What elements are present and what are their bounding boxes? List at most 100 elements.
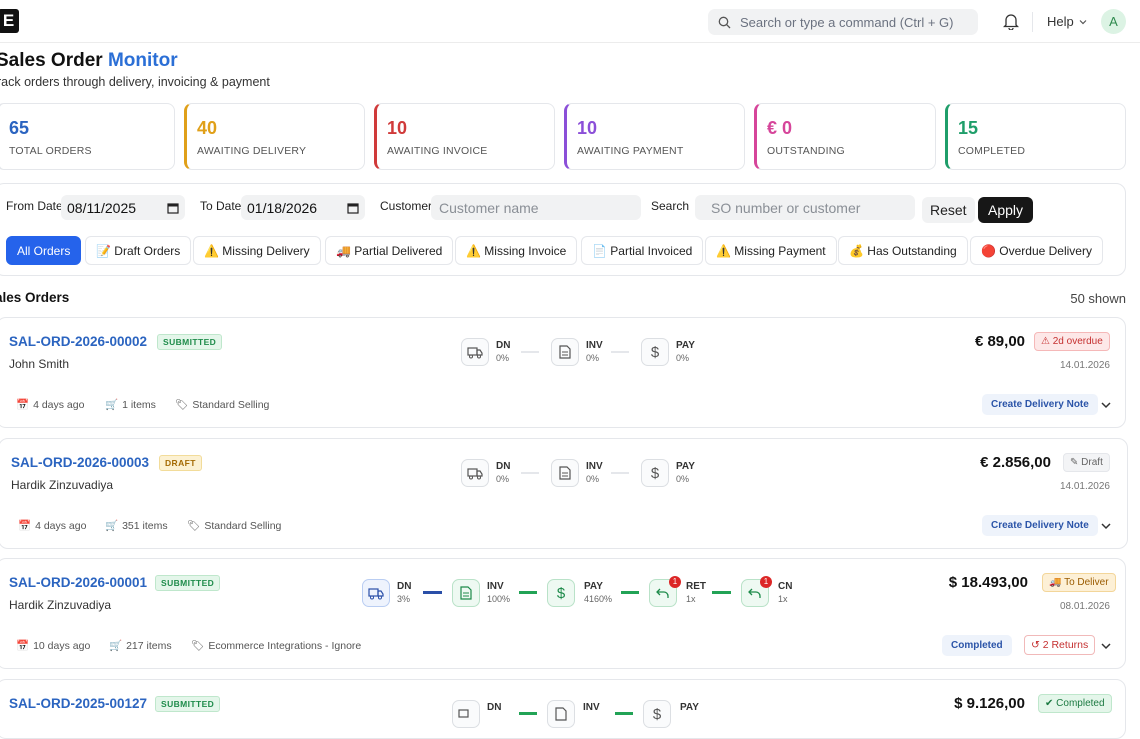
- step-label: PAY: [676, 461, 695, 472]
- create-delivery-note-button[interactable]: Create Delivery Note: [982, 515, 1098, 536]
- stat-value: 40: [197, 118, 218, 138]
- chip-all-orders[interactable]: All Orders: [6, 236, 82, 265]
- order-type-text: Ecommerce Integrations - Ignore: [208, 639, 362, 652]
- invoice-step[interactable]: [547, 700, 575, 728]
- pill-text: Completed: [1056, 698, 1105, 709]
- warning-icon: ⚠: [1041, 336, 1053, 347]
- undo-arrow-icon: [656, 588, 669, 598]
- stat-awaiting-delivery[interactable]: 40 AWAITING DELIVERY: [184, 103, 365, 170]
- delivery-step[interactable]: [461, 459, 489, 487]
- returns-button[interactable]: ↺ 2 Returns: [1024, 635, 1096, 655]
- step-connector: [519, 712, 537, 715]
- order-amount: € 89,00: [974, 333, 1025, 350]
- order-card[interactable]: SAL-ORD-2026-00001 SUBMITTED Hardik Zinz…: [0, 558, 1126, 669]
- chip-draft-orders[interactable]: 📝 Draft Orders: [85, 236, 192, 265]
- to-date-input[interactable]: 01/18/2026: [241, 195, 365, 220]
- status-badge: SUBMITTED: [155, 696, 221, 712]
- customer-input[interactable]: Customer name: [431, 195, 641, 220]
- stat-awaiting-payment[interactable]: 10 AWAITING PAYMENT: [564, 103, 745, 170]
- title-main: Sales Order: [0, 50, 103, 71]
- help-menu[interactable]: Help: [1047, 14, 1088, 29]
- bell-icon[interactable]: [1003, 12, 1019, 30]
- chip-missing-invoice[interactable]: ⚠️ Missing Invoice: [455, 236, 578, 265]
- cart-icon: 🛒: [109, 640, 123, 652]
- step-connector: [521, 472, 539, 474]
- dollar-icon: $: [556, 584, 566, 602]
- order-card[interactable]: SAL-ORD-2026-00003 DRAFT Hardik Zinzuvad…: [0, 438, 1128, 549]
- avatar[interactable]: A: [1101, 9, 1126, 34]
- age-text: 10 days ago: [33, 639, 91, 652]
- so-search-input[interactable]: SO number or customer: [695, 195, 915, 220]
- order-card[interactable]: SAL-ORD-2026-00002 SUBMITTED John Smith …: [0, 317, 1126, 428]
- order-number-link[interactable]: SAL-ORD-2025-00127: [9, 696, 147, 711]
- filter-panel: From Date 08/11/2025 To Date 01/18/2026 …: [0, 183, 1126, 276]
- title-accent: Monitor: [107, 50, 178, 71]
- stat-awaiting-invoice[interactable]: 10 AWAITING INVOICE: [374, 103, 555, 170]
- payment-step[interactable]: $: [641, 459, 669, 487]
- return-icon: ↺: [1031, 639, 1043, 651]
- status-badge: SUBMITTED: [155, 575, 221, 591]
- stat-total-orders[interactable]: 65 TOTAL ORDERS: [0, 103, 175, 170]
- app-logo[interactable]: E: [0, 9, 19, 33]
- order-number-link[interactable]: SAL-ORD-2026-00003: [11, 455, 149, 470]
- step-connector: [615, 712, 633, 715]
- apply-button[interactable]: Apply: [978, 197, 1034, 223]
- calendar-icon: 📅: [16, 399, 30, 411]
- delivery-step[interactable]: [461, 338, 489, 366]
- items-meta: 🛒 217 items: [109, 639, 172, 653]
- items-text: 351 items: [122, 519, 168, 532]
- command-search[interactable]: Search or type a command (Ctrl + G): [708, 9, 978, 35]
- chevron-down-icon[interactable]: [1100, 640, 1112, 652]
- chip-missing-delivery[interactable]: ⚠️ Missing Delivery: [193, 236, 321, 265]
- order-number-link[interactable]: SAL-ORD-2026-00002: [9, 334, 147, 349]
- step-label: PAY: [584, 581, 603, 592]
- invoice-step[interactable]: [551, 459, 579, 487]
- delivery-step[interactable]: [362, 579, 390, 607]
- calendar-icon: [167, 202, 179, 214]
- order-type-meta: 🏷 Standard Selling: [187, 519, 281, 533]
- stat-value: 15: [958, 118, 979, 138]
- page-title: Sales Order Monitor: [0, 50, 178, 72]
- step-label: CN: [778, 581, 793, 592]
- payment-step[interactable]: $: [547, 579, 575, 607]
- search-label: Search: [651, 199, 690, 213]
- payment-step[interactable]: $: [643, 700, 671, 728]
- payment-step[interactable]: $: [641, 338, 669, 366]
- chevron-down-icon[interactable]: [1100, 399, 1112, 411]
- truck-icon: [467, 347, 483, 359]
- stat-outstanding[interactable]: € 0 OUTSTANDING: [754, 103, 936, 170]
- undo-arrow-icon: [748, 588, 761, 598]
- returns-text: 2 Returns: [1042, 639, 1089, 651]
- reset-button[interactable]: Reset: [922, 197, 975, 223]
- step-percent: 0%: [676, 474, 690, 484]
- document-icon: [559, 466, 571, 480]
- completed-button[interactable]: Completed: [942, 635, 1012, 656]
- invoice-step[interactable]: [551, 338, 579, 366]
- truck-icon: [368, 588, 384, 600]
- order-date: 14.01.2026: [1059, 481, 1110, 492]
- stat-completed[interactable]: 15 COMPLETED: [945, 103, 1126, 170]
- from-date-input[interactable]: 08/11/2025: [61, 195, 185, 220]
- order-number-link[interactable]: SAL-ORD-2026-00001: [9, 575, 147, 590]
- step-connector: [621, 591, 639, 594]
- step-connector: [611, 472, 629, 474]
- chip-partial-delivered[interactable]: 🚚 Partial Delivered: [325, 236, 454, 265]
- section-title: ales Orders: [0, 290, 70, 305]
- chip-overdue-delivery[interactable]: 🔴 Overdue Delivery: [970, 236, 1103, 265]
- delivery-step[interactable]: [452, 700, 480, 728]
- dollar-icon: $: [652, 705, 662, 723]
- chip-partial-invoiced[interactable]: 📄 Partial Invoiced: [581, 236, 704, 265]
- chevron-down-icon[interactable]: [1100, 520, 1112, 532]
- order-type-meta: 🏷 Standard Selling: [175, 398, 269, 412]
- chip-missing-payment[interactable]: ⚠️ Missing Payment: [705, 236, 837, 265]
- from-date-value: 08/11/2025: [67, 199, 137, 216]
- customer-name: Hardik Zinzuvadiya: [11, 478, 114, 492]
- stat-value: € 0: [767, 118, 793, 138]
- chip-has-outstanding[interactable]: 💰 Has Outstanding: [838, 236, 968, 265]
- invoice-step[interactable]: [452, 579, 480, 607]
- age-text: 4 days ago: [33, 398, 85, 411]
- order-amount: $ 18.493,00: [948, 574, 1028, 591]
- create-delivery-note-button[interactable]: Create Delivery Note: [982, 394, 1098, 415]
- order-date: 14.01.2026: [1059, 360, 1110, 371]
- order-card[interactable]: SAL-ORD-2025-00127 SUBMITTED DN INV $ PA…: [0, 679, 1126, 739]
